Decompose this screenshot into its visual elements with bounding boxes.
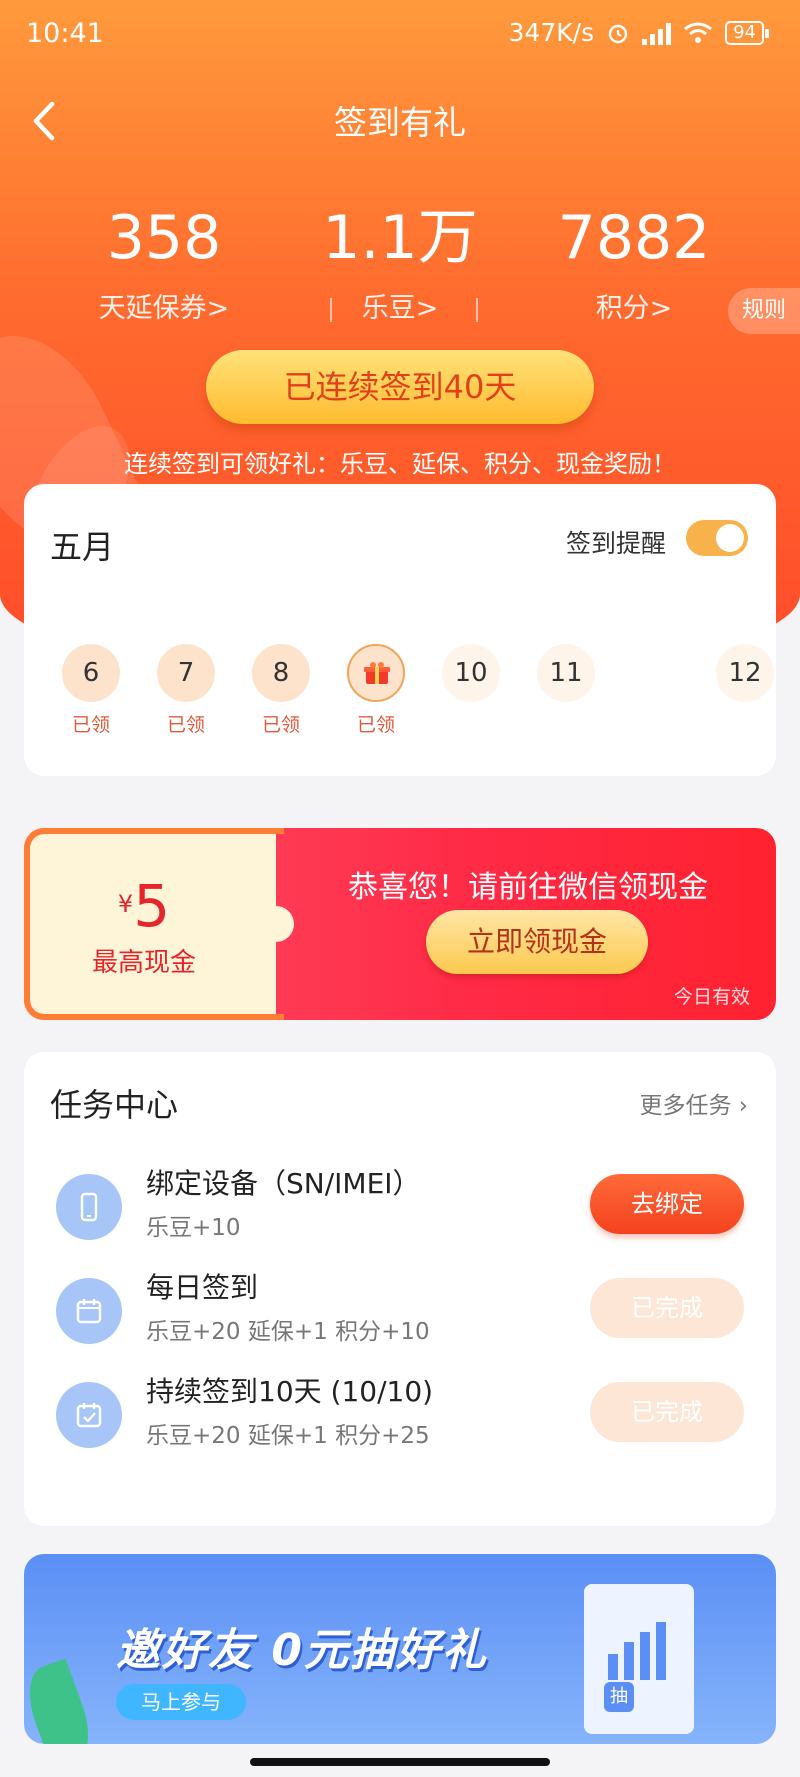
streak-button[interactable]: 已连续签到40天 bbox=[206, 350, 594, 424]
bar-chart-illustration bbox=[608, 1622, 666, 1680]
calendar-month: 五月 bbox=[50, 528, 115, 566]
banner-headline: 邀好友 0元抽好礼 bbox=[116, 1625, 488, 1676]
stat-value: 1.1万 bbox=[322, 203, 478, 273]
status-time: 10:41 bbox=[26, 18, 104, 49]
currency-symbol: ¥ bbox=[117, 890, 134, 918]
status-bar: 10:41 347K/s 94 bbox=[0, 0, 800, 72]
day-status: 已领 bbox=[166, 714, 205, 736]
bind-device-button[interactable]: 去绑定 bbox=[590, 1174, 744, 1234]
stat-value: 358 bbox=[106, 203, 222, 273]
calendar-day-today[interactable]: 已领 bbox=[347, 644, 405, 737]
reminder-label: 签到提醒 bbox=[565, 529, 666, 558]
rules-button[interactable]: 规则 bbox=[728, 288, 800, 334]
invite-banner[interactable]: 邀好友 0元抽好礼 马上参与 抽 bbox=[24, 1554, 776, 1744]
day-number: 11 bbox=[537, 644, 595, 702]
day-number: 8 bbox=[252, 644, 310, 702]
more-tasks-label: 更多任务 bbox=[639, 1093, 732, 1119]
day-status: 已领 bbox=[261, 714, 300, 736]
task-reward: 乐豆+10 bbox=[146, 1215, 241, 1241]
lottery-badge: 抽 bbox=[604, 1682, 634, 1712]
alarm-icon bbox=[608, 24, 628, 43]
calendar-day[interactable]: 8 已领 bbox=[252, 644, 310, 737]
task-reward: 乐豆+20 延保+1 积分+10 bbox=[146, 1319, 430, 1345]
task-name: 持续签到10天 (10/10) bbox=[146, 1375, 434, 1408]
wifi-icon bbox=[684, 22, 713, 43]
page-title: 签到有礼 bbox=[334, 103, 466, 142]
calendar-day[interactable]: 7 已领 bbox=[157, 644, 215, 737]
day-number: 12 bbox=[716, 644, 774, 702]
task-reward: 乐豆+20 延保+1 积分+25 bbox=[146, 1423, 430, 1449]
cash-value: 5 bbox=[133, 872, 171, 940]
more-tasks-link[interactable]: 更多任务 › bbox=[639, 1086, 748, 1120]
task-center-title: 任务中心 bbox=[50, 1086, 179, 1124]
task-center-card: 任务中心 更多任务 › 绑定设备（SN/IMEI） 乐豆+10 去绑定 每日签到… bbox=[24, 1052, 776, 1526]
calendar-day[interactable]: 12 bbox=[716, 644, 774, 702]
day-status: 已领 bbox=[356, 714, 395, 736]
gift-icon bbox=[364, 662, 390, 684]
chevron-right-icon: › bbox=[738, 1093, 748, 1119]
calendar-icon bbox=[56, 1278, 122, 1344]
stat-value: 7882 bbox=[557, 203, 711, 273]
day-number: 7 bbox=[157, 644, 215, 702]
completed-button: 已完成 bbox=[590, 1278, 744, 1338]
task-name: 每日签到 bbox=[146, 1271, 259, 1304]
stat-label: 乐豆> bbox=[361, 293, 439, 324]
stat-ledou[interactable]: 1.1万 乐豆> bbox=[300, 198, 500, 325]
leaf-decoration bbox=[24, 1658, 100, 1744]
completed-button: 已完成 bbox=[590, 1382, 744, 1442]
task-name: 绑定设备（SN/IMEI） bbox=[146, 1167, 421, 1200]
calendar-day[interactable]: 11 bbox=[537, 644, 595, 702]
cash-label: 最高现金 bbox=[91, 948, 196, 978]
stat-points[interactable]: 7882 积分> bbox=[534, 198, 734, 325]
stat-label: 积分> bbox=[595, 293, 673, 324]
network-speed: 347K/s bbox=[508, 18, 595, 47]
signal-icon bbox=[642, 21, 672, 45]
calendar-card: 五月 签到提醒 6 已领 7 已领 8 已领 已领 10 11 12 bbox=[24, 484, 776, 776]
task-item: 每日签到 乐豆+20 延保+1 积分+10 已完成 bbox=[24, 1266, 776, 1366]
home-indicator bbox=[250, 1758, 550, 1766]
day-status: 已领 bbox=[71, 714, 110, 736]
reminder-toggle[interactable] bbox=[686, 520, 748, 556]
cash-amount: ¥5 最高现金 bbox=[54, 874, 234, 979]
toggle-knob bbox=[716, 524, 744, 552]
stat-warranty[interactable]: 358 天延保券> bbox=[64, 198, 264, 325]
calendar-day[interactable]: 10 bbox=[442, 644, 500, 702]
day-number: 10 bbox=[442, 644, 500, 702]
claim-cash-button[interactable]: 立即领现金 bbox=[426, 910, 648, 974]
stat-label: 天延保券> bbox=[98, 293, 230, 324]
today-circle bbox=[347, 644, 405, 702]
calendar-check-icon bbox=[56, 1382, 122, 1448]
promo-title: 恭喜您！请前往微信领现金 bbox=[348, 870, 708, 905]
calendar-day[interactable]: 6 已领 bbox=[62, 644, 120, 737]
phone-icon bbox=[56, 1174, 122, 1240]
reward-message: 连续签到可领好礼：乐豆、延保、积分、现金奖励！ bbox=[124, 450, 676, 478]
task-item: 持续签到10天 (10/10) 乐豆+20 延保+1 积分+25 已完成 bbox=[24, 1370, 776, 1470]
cash-promo-card[interactable]: ¥5 最高现金 恭喜您！请前往微信领现金 立即领现金 今日有效 bbox=[24, 828, 776, 1020]
day-number: 6 bbox=[62, 644, 120, 702]
battery-indicator: 94 bbox=[725, 20, 769, 45]
task-item: 绑定设备（SN/IMEI） 乐豆+10 去绑定 bbox=[24, 1162, 776, 1262]
divider bbox=[476, 298, 478, 322]
promo-validity: 今日有效 bbox=[673, 986, 750, 1008]
join-button[interactable]: 马上参与 bbox=[116, 1684, 246, 1720]
